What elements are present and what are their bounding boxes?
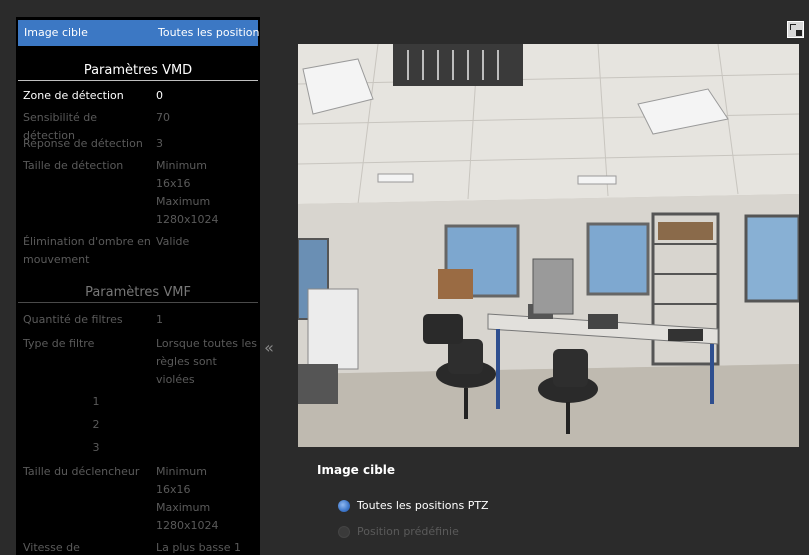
collapse-sidebar-icon[interactable]: « — [262, 336, 276, 360]
filter-type-value: Lorsque toutes les règles sont violées — [156, 337, 258, 386]
header-label: Image cible — [24, 26, 88, 39]
radio-selected-icon[interactable] — [338, 500, 350, 512]
fullscreen-icon[interactable] — [787, 21, 804, 38]
camera-live-view[interactable] — [298, 44, 799, 447]
filter-quantity-value: 1 — [156, 313, 163, 326]
filter-type-label: Type de filtre — [23, 337, 95, 350]
vmd-divider — [18, 80, 258, 81]
camera-scene-illustration — [298, 44, 799, 447]
header-value: Toutes les position — [158, 26, 260, 39]
filter-quantity-label: Quantité de filtres — [23, 313, 123, 326]
detection-size-label: Taille de détection — [23, 159, 124, 172]
trigger-size-label: Taille du déclencheur — [23, 465, 140, 478]
rule-number: 1 — [92, 395, 100, 408]
option-preset-position-label: Position prédéfinie — [357, 525, 459, 538]
option-all-ptz-label: Toutes les positions PTZ — [357, 499, 489, 512]
detection-zone-value: 0 — [156, 89, 163, 102]
trigger-speed-value: La plus basse 1 — [156, 541, 242, 554]
shadow-elimination-value: Valide — [156, 235, 190, 248]
vmf-divider — [18, 302, 258, 303]
rule-number: 3 — [92, 441, 100, 454]
target-image-header-row[interactable]: Image cible Toutes les position — [18, 20, 260, 46]
sensitivity-value: 70 — [156, 111, 170, 124]
detection-size-value: Minimum 16x16 Maximum 1280x1024 — [156, 159, 219, 226]
settings-sidebar: Image cible Toutes les position Paramètr… — [16, 17, 260, 555]
detection-zone-label: Zone de détection — [23, 89, 124, 102]
response-label: Réponse de détection — [23, 137, 143, 150]
vmd-section-title: Paramètres VMD — [83, 63, 193, 78]
target-image-title: Image cible — [317, 463, 396, 477]
trigger-speed-label: Vitesse de déclencheur — [23, 541, 80, 554]
radio-unselected-icon[interactable] — [338, 526, 350, 538]
rule-number: 2 — [92, 418, 100, 431]
response-value: 3 — [156, 137, 163, 150]
trigger-size-value: Minimum 16x16 Maximum 1280x1024 — [156, 465, 219, 532]
vmf-section-title: Paramètres VMF — [85, 285, 191, 300]
shadow-elimination-label: Élimination d'ombre en mouvement — [23, 235, 151, 266]
